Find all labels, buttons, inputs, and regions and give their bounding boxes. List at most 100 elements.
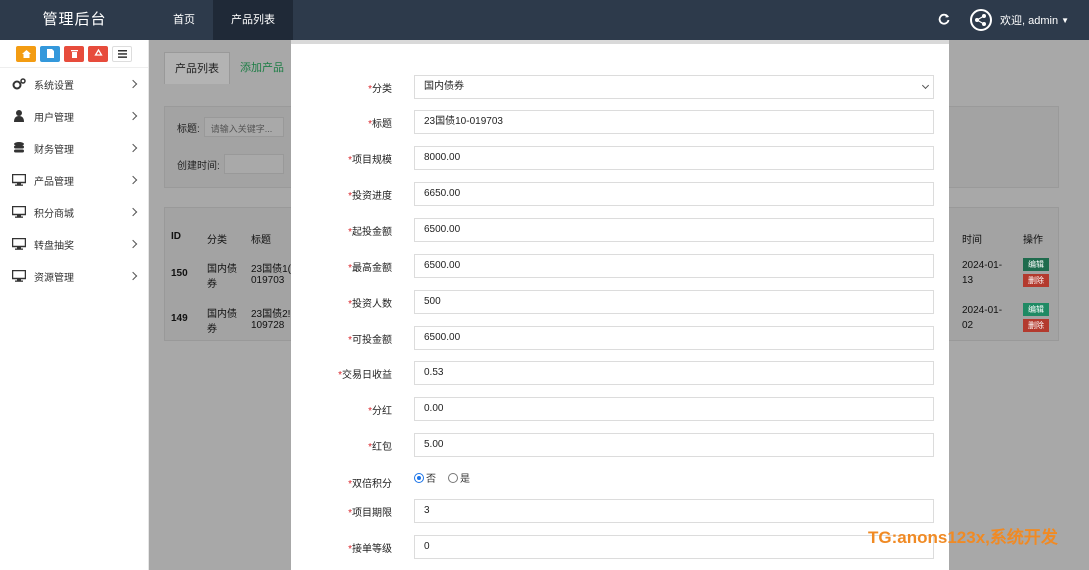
user-greeting[interactable]: 欢迎, admin [1000,12,1058,28]
search-title-label: 标题: [177,123,200,135]
tab-product-list[interactable]: 产品列表 [164,52,230,84]
database-icon [12,142,26,154]
field-label: 分类 [372,84,392,95]
field-dividend: *分红 0.00 [291,397,949,421]
monitor-icon [12,174,26,186]
order-level-input[interactable]: 0 [414,535,934,559]
cell-title: 109728 [251,320,285,331]
cell-time: 02 [962,320,974,331]
search-title-input[interactable]: 请输入关键字... [203,117,284,137]
sidebar-item-label: 财务管理 [34,144,74,156]
field-label: 标题 [372,119,392,130]
cell-category: 国内债 [207,309,237,320]
field-label: 起投金额 [352,227,392,238]
th-category: 分类 [207,235,227,246]
available-amount-input[interactable]: 6500.00 [414,326,934,350]
refresh-icon[interactable] [938,13,950,28]
min-amount-input[interactable]: 6500.00 [414,218,934,242]
header-right: 欢迎, admin ▼ [938,0,1069,40]
nav-product-list[interactable]: 产品列表 [213,0,293,40]
modal-top-bar [291,40,949,44]
max-amount-input[interactable]: 6500.00 [414,254,934,278]
sidebar-item-lucky-wheel[interactable]: 转盘抽奖 [0,228,148,260]
delete-button[interactable]: 删除 [1023,274,1049,287]
product-edit-modal: *分类 国内债券 *标题 23国债10-019703 *项目规模 8000.00… [291,40,949,570]
recycle-icon[interactable] [88,45,108,62]
investor-count-input[interactable]: 500 [414,290,934,314]
th-action: 操作 [1023,235,1043,246]
double-points-radio-group: 否 是 [414,470,470,485]
investment-progress-input[interactable]: 6650.00 [414,182,934,206]
sidebar-item-products[interactable]: 产品管理 [0,164,148,196]
top-header: 管理后台 首页 产品列表 欢迎, admin ▼ [0,0,1089,40]
field-double-points: *双倍积分 否 是 [291,468,949,492]
radio-yes[interactable] [448,472,458,483]
chevron-right-icon [128,111,138,121]
radio-no-label: 否 [426,474,436,485]
project-scale-input[interactable]: 8000.00 [414,146,934,170]
search-created-input[interactable] [223,154,284,174]
sidebar-item-system-settings[interactable]: 系统设置 [0,68,148,100]
file-icon[interactable] [40,45,60,62]
title-input[interactable]: 23国债10-019703 [414,110,934,134]
watermark-text: TG:anons123x,系统开发 [868,528,1058,547]
sidebar-menu: 系统设置 用户管理 财务管理 产品管理 积分商城 转盘抽奖 资源管理 [0,68,148,292]
field-title: *标题 23国债10-019703 [291,110,949,134]
tab-add-product[interactable]: 添加产品 [230,52,294,84]
sidebar-item-label: 产品管理 [34,176,74,188]
sidebar-item-resources[interactable]: 资源管理 [0,260,148,292]
field-investment-progress: *投资进度 6650.00 [291,182,949,206]
field-project-scale: *项目规模 8000.00 [291,146,949,170]
dividend-input[interactable]: 0.00 [414,397,934,421]
th-title: 标题 [251,235,271,246]
gears-icon [12,78,26,90]
nav-home[interactable]: 首页 [155,0,213,40]
user-icon [12,110,26,122]
caret-down-icon[interactable]: ▼ [1061,16,1069,25]
edit-button[interactable]: 编辑 [1023,258,1049,271]
cell-id: 149 [171,313,188,324]
field-order-level: *接单等级 0 [291,535,949,559]
field-daily-yield: *交易日收益 0.53 [291,361,949,385]
field-label: 双倍积分 [352,479,392,490]
field-label: 分红 [372,406,392,417]
monitor-icon [12,270,26,282]
chevron-right-icon [128,271,138,281]
th-id: ID [171,231,181,242]
chevron-right-icon [128,207,138,217]
chevron-right-icon [128,79,138,89]
red-packet-input[interactable]: 5.00 [414,433,934,457]
delete-button[interactable]: 删除 [1023,319,1049,332]
field-label: 最高金额 [352,263,392,274]
field-label: 投资进度 [352,191,392,202]
sidebar-item-user-management[interactable]: 用户管理 [0,100,148,132]
cell-time: 13 [962,275,974,286]
top-nav: 首页 产品列表 [155,0,293,40]
cell-category: 券 [207,324,217,335]
category-select[interactable]: 国内债券 [414,75,934,99]
edit-button[interactable]: 编辑 [1023,303,1049,316]
monitor-icon [12,238,26,250]
field-available-amount: *可投金额 6500.00 [291,326,949,350]
sidebar-item-label: 转盘抽奖 [34,240,74,252]
sidebar-item-label: 积分商城 [34,208,74,220]
search-title-row: 标题: 请输入关键字... [177,117,284,137]
field-min-amount: *起投金额 6500.00 [291,218,949,242]
home-icon[interactable] [16,45,36,62]
chevron-right-icon [128,239,138,249]
field-label: 可投金额 [352,335,392,346]
cell-category: 国内债 [207,264,237,275]
sidebar: 系统设置 用户管理 财务管理 产品管理 积分商城 转盘抽奖 资源管理 [0,40,149,570]
field-label: 项目规模 [352,155,392,166]
list-icon[interactable] [112,45,132,62]
field-label: 交易日收益 [342,370,392,381]
sidebar-item-points-mall[interactable]: 积分商城 [0,196,148,228]
sidebar-item-finance[interactable]: 财务管理 [0,132,148,164]
daily-yield-input[interactable]: 0.53 [414,361,934,385]
radio-no[interactable] [414,472,424,483]
chevron-right-icon [128,175,138,185]
search-created-row: 创建时间: [177,154,284,174]
trash-icon[interactable] [64,45,84,62]
project-term-input[interactable]: 3 [414,499,934,523]
avatar[interactable] [970,9,992,31]
